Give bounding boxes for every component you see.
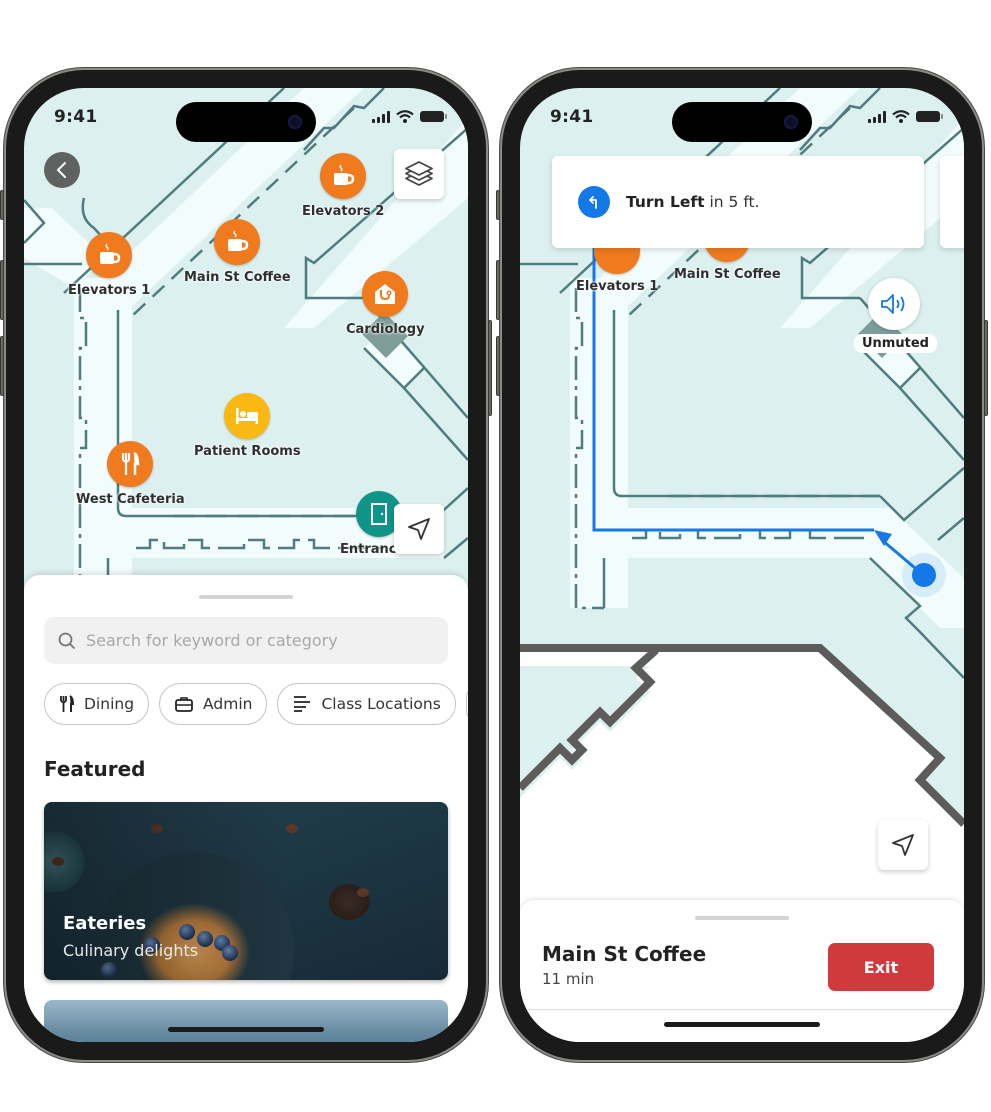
chip-dining[interactable]: Dining [44,683,150,725]
user-location-dot [912,563,936,587]
dynamic-island [672,102,812,142]
chevron-left-icon [56,162,66,178]
turn-instruction-card[interactable]: Turn Left in 5 ft. [552,156,924,248]
chip-admin[interactable]: Admin [159,683,268,725]
poi-elevators-1[interactable]: Elevators 1 [68,232,150,298]
featured-heading: Featured [44,757,146,781]
volume-up-button [0,260,4,320]
featured-card-2[interactable] [44,1000,448,1042]
back-button[interactable] [44,152,80,188]
featured-card-eateries[interactable]: Eateries Culinary delights [44,802,448,980]
sheet-drag-handle[interactable] [199,595,293,599]
explore-bottom-sheet: Dining Admin Class Locations Featured [24,575,468,1042]
search-icon [58,632,76,649]
bed-icon [224,393,271,439]
location-arrow-icon [892,834,914,856]
cellular-signal-icon [868,110,886,123]
search-bar[interactable] [44,617,448,664]
destination-eta: 11 min [542,970,595,988]
recenter-button[interactable] [394,504,444,554]
dynamic-island [176,102,316,142]
navigation-bottom-sheet: Main St Coffee 11 min Exit [520,900,964,1010]
screen-explore: 9:41 Elevators 2 Elevators 1 Main St Cof… [24,88,468,1042]
poi-patient-rooms[interactable]: Patient Rooms [194,393,301,459]
battery-icon [916,111,943,122]
card-subtitle: Culinary delights [63,941,199,960]
volume-up-button [496,260,500,320]
status-time: 9:41 [54,107,98,127]
speaker-icon [881,294,905,314]
category-chips: Dining Admin Class Locations [44,683,468,725]
home-indicator[interactable] [168,1027,324,1032]
chip-class-locations[interactable]: Class Locations [277,683,456,725]
poi-west-cafeteria[interactable]: West Cafeteria [76,441,185,507]
action-button [0,190,4,220]
fork-knife-icon [107,441,154,487]
mute-state-label: Unmuted [854,334,937,353]
fork-knife-icon [60,695,75,712]
exit-navigation-button[interactable]: Exit [828,943,934,991]
home-indicator[interactable] [664,1022,820,1027]
phone-frame-left: 9:41 Elevators 2 Elevators 1 Main St Cof… [0,70,492,1060]
location-arrow-icon [408,518,430,540]
layers-button[interactable] [394,149,444,199]
chip-more[interactable] [465,683,468,725]
power-button [984,320,988,416]
destination-name: Main St Coffee [542,942,707,966]
list-lines-icon [294,696,311,712]
briefcase-icon [175,696,193,712]
cellular-signal-icon [372,110,390,123]
poi-elevators-2[interactable]: Elevators 2 [302,153,384,219]
battery-icon [420,111,447,122]
action-button [496,190,500,220]
poi-cardiology[interactable]: Cardiology [346,271,425,337]
stethoscope-icon [362,271,409,317]
phone-frame-right: 9:41 Elevators 1 Main St Coffee Turn Lef… [496,70,988,1060]
poi-main-st-coffee[interactable]: Main St Coffee [184,219,291,285]
search-input[interactable] [86,631,386,650]
status-time: 9:41 [550,107,594,127]
wifi-icon [892,110,910,123]
screen-navigation: 9:41 Elevators 1 Main St Coffee Turn Lef… [520,88,964,1042]
sheet-drag-handle[interactable] [695,916,789,920]
wifi-icon [396,110,414,123]
next-instruction-card[interactable] [940,156,964,248]
instruction-text: Turn Left in 5 ft. [626,193,760,211]
coffee-cup-icon [86,232,133,278]
card-title: Eateries [63,913,147,934]
volume-down-button [0,336,4,396]
recenter-button[interactable] [878,820,928,870]
mute-toggle-button[interactable] [868,278,920,330]
turn-left-arrow-icon [578,186,610,218]
coffee-cup-icon [214,219,261,265]
volume-down-button [496,336,500,396]
power-button [488,320,492,416]
coffee-cup-icon [320,153,367,199]
layers-icon [405,161,433,186]
